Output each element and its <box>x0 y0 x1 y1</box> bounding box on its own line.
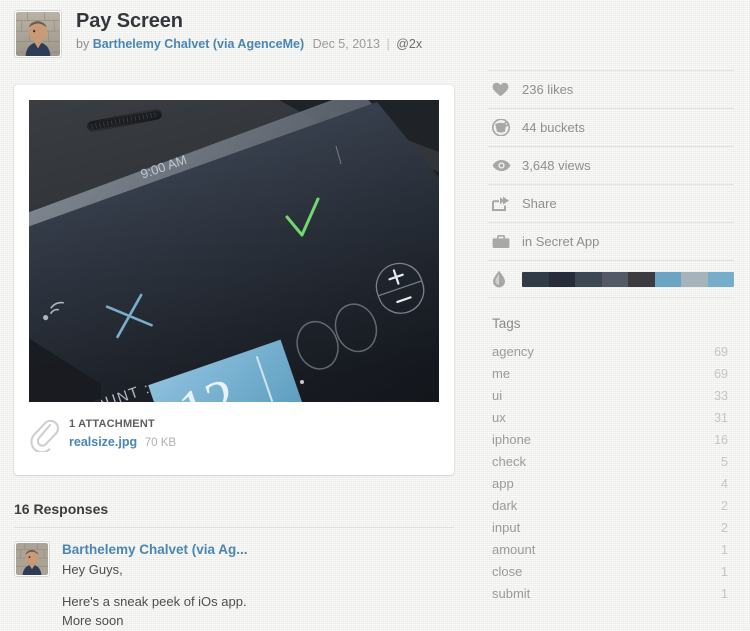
stat-likes[interactable]: 236 likes <box>488 70 734 109</box>
tag-count: 69 <box>714 345 728 359</box>
byline-separator: | <box>386 37 390 51</box>
tag-count: 33 <box>714 389 728 403</box>
tag-row: amount 1 <box>492 539 734 561</box>
share-icon <box>492 196 518 211</box>
palette-swatch[interactable] <box>522 271 549 287</box>
stat-label: 44 buckets <box>522 120 585 135</box>
commenter-avatar[interactable] <box>14 541 50 577</box>
shot-date: Dec 5, 2013 <box>312 37 381 51</box>
stat-label: Share <box>522 196 557 211</box>
responses-heading: 16 Responses <box>14 501 109 517</box>
tag-link[interactable]: input <box>492 517 520 538</box>
tag-count: 16 <box>714 433 728 447</box>
palette-swatch[interactable] <box>601 271 628 287</box>
shot-image[interactable]: 9:00 AM <box>29 100 439 402</box>
tag-row: agency 69 <box>492 341 734 363</box>
stat-label: in Secret App <box>522 234 600 249</box>
tag-row: submit 1 <box>492 583 734 605</box>
tag-link[interactable]: agency <box>492 341 534 362</box>
tag-link[interactable]: ui <box>492 385 502 406</box>
tags-section: Tags agency 69 me 69 ui 33 ux 31 iphone 16 check 5 a… <box>488 315 734 605</box>
tag-count: 5 <box>721 455 728 469</box>
shot-card: 9:00 AM 1 ATTACHMENT realsize.jpg 70 KB <box>14 85 454 475</box>
color-palette-row <box>488 261 734 298</box>
paperclip-icon <box>29 416 61 455</box>
heart-icon <box>492 82 518 97</box>
comment-author-link[interactable]: Barthelemy Chalvet (via Ag... <box>62 541 248 558</box>
pay-screen-photo: 9:00 AM <box>29 100 439 402</box>
tag-row: dark 2 <box>492 495 734 517</box>
stat-label: 236 likes <box>522 82 574 97</box>
tag-count: 1 <box>721 587 728 601</box>
header-text-block: Pay Screen by Barthelemy Chalvet (via Ag… <box>76 8 422 52</box>
attachments-section: 1 ATTACHMENT realsize.jpg 70 KB <box>29 416 439 460</box>
color-palette-bar[interactable] <box>522 271 734 287</box>
avatar-image <box>16 12 60 56</box>
tag-row: iphone 16 <box>492 429 734 451</box>
page-title: Pay Screen <box>76 10 183 32</box>
shot-sidebar: 236 likes 44 buckets 3,648 views Share i… <box>488 70 734 605</box>
tag-row: me 69 <box>492 363 734 385</box>
comment-paragraph: Hey Guys, <box>62 562 123 577</box>
tag-link[interactable]: app <box>492 473 514 494</box>
attachment-filesize: 70 KB <box>144 437 177 449</box>
tag-link[interactable]: close <box>492 561 522 582</box>
tags-heading: Tags <box>492 316 521 331</box>
tag-link[interactable]: me <box>492 363 510 384</box>
author-link[interactable]: Barthelemy Chalvet (via AgenceMe) <box>93 37 304 51</box>
attachment-count: 1 ATTACHMENT <box>69 418 155 430</box>
comment-body: Barthelemy Chalvet (via Ag... Hey Guys, … <box>62 541 248 630</box>
tag-count: 69 <box>714 367 728 381</box>
tags-list: agency 69 me 69 ui 33 ux 31 iphone 16 check 5 app 4 da… <box>492 341 734 605</box>
palette-swatch[interactable] <box>575 271 602 287</box>
attachment-details: 1 ATTACHMENT realsize.jpg 70 KB <box>69 416 176 452</box>
tag-link[interactable]: submit <box>492 583 530 604</box>
by-label: by <box>76 37 90 51</box>
commenter-avatar-image <box>16 543 48 575</box>
tag-link[interactable]: iphone <box>492 429 531 450</box>
tag-link[interactable]: ux <box>492 407 506 428</box>
author-avatar[interactable] <box>14 10 62 58</box>
comment-paragraph: Here's a sneak peek of iOs app. More soo… <box>62 594 247 628</box>
stat-share[interactable]: Share <box>488 185 734 223</box>
tag-row: app 4 <box>492 473 734 495</box>
tag-link[interactable]: dark <box>492 495 517 516</box>
tag-link[interactable]: check <box>492 451 526 472</box>
responses-section: 16 Responses Barthelemy Chalvet (via Ag.… <box>14 500 454 630</box>
palette-swatch[interactable] <box>707 271 734 287</box>
palette-swatch[interactable] <box>628 271 655 287</box>
stat-team[interactable]: in Secret App <box>488 223 734 261</box>
tag-count: 2 <box>721 521 728 535</box>
tag-row: input 2 <box>492 517 734 539</box>
attachment-file-row: realsize.jpg 70 KB <box>69 433 176 452</box>
responses-divider <box>14 527 454 528</box>
bucket-icon <box>492 119 518 136</box>
shot-header: Pay Screen by Barthelemy Chalvet (via Ag… <box>14 10 454 68</box>
stat-label: 3,648 views <box>522 158 591 173</box>
tag-row: close 1 <box>492 561 734 583</box>
tag-row: check 5 <box>492 451 734 473</box>
stat-views: 3,648 views <box>488 147 734 185</box>
tag-count: 4 <box>721 477 728 491</box>
palette-swatch[interactable] <box>681 271 708 287</box>
tag-count: 31 <box>714 411 728 425</box>
shot-detail-page: Pay Screen by Barthelemy Chalvet (via Ag… <box>0 0 750 631</box>
tag-link[interactable]: amount <box>492 539 535 560</box>
tag-count: 1 <box>721 543 728 557</box>
briefcase-icon <box>492 234 518 249</box>
palette-swatch[interactable] <box>654 271 681 287</box>
tag-count: 2 <box>721 499 728 513</box>
comment-text: Hey Guys, Here's a sneak peek of iOs app… <box>62 560 248 630</box>
tag-count: 1 <box>721 565 728 579</box>
droplet-icon <box>492 270 518 288</box>
byline: by Barthelemy Chalvet (via AgenceMe) Dec… <box>76 36 422 52</box>
tag-row: ux 31 <box>492 407 734 429</box>
attachment-filename-link[interactable]: realsize.jpg <box>69 435 137 449</box>
palette-swatch[interactable] <box>548 271 575 287</box>
resolution-label[interactable]: @2x <box>396 37 422 51</box>
eye-icon <box>492 159 518 172</box>
stat-buckets[interactable]: 44 buckets <box>488 109 734 147</box>
tag-row: ui 33 <box>492 385 734 407</box>
comment-item: Barthelemy Chalvet (via Ag... Hey Guys, … <box>14 541 454 630</box>
